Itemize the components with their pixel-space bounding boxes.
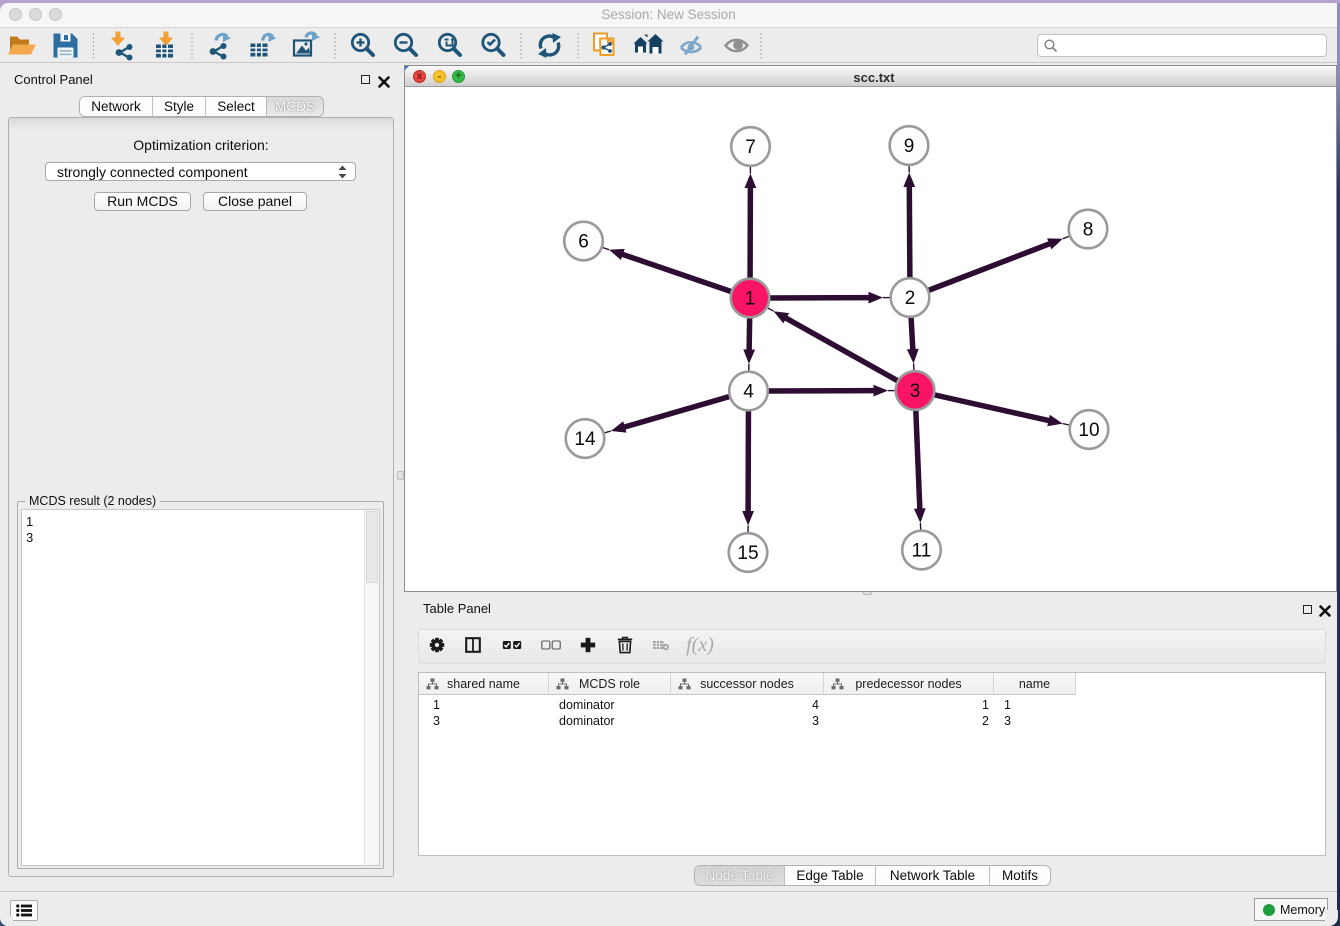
svg-text:10: 10 [1078, 420, 1099, 441]
svg-text:f(x): f(x) [686, 634, 714, 656]
svg-text:1: 1 [745, 289, 756, 310]
svg-text:6: 6 [578, 232, 589, 253]
svg-text:9: 9 [904, 136, 915, 157]
svg-text:3: 3 [910, 381, 921, 402]
svg-text:15: 15 [737, 543, 758, 564]
svg-text:7: 7 [745, 137, 756, 158]
svg-text:14: 14 [574, 429, 596, 450]
svg-text:11: 11 [912, 541, 932, 562]
svg-text:4: 4 [743, 382, 754, 403]
svg-text:8: 8 [1083, 220, 1094, 241]
svg-text:2: 2 [905, 288, 916, 309]
